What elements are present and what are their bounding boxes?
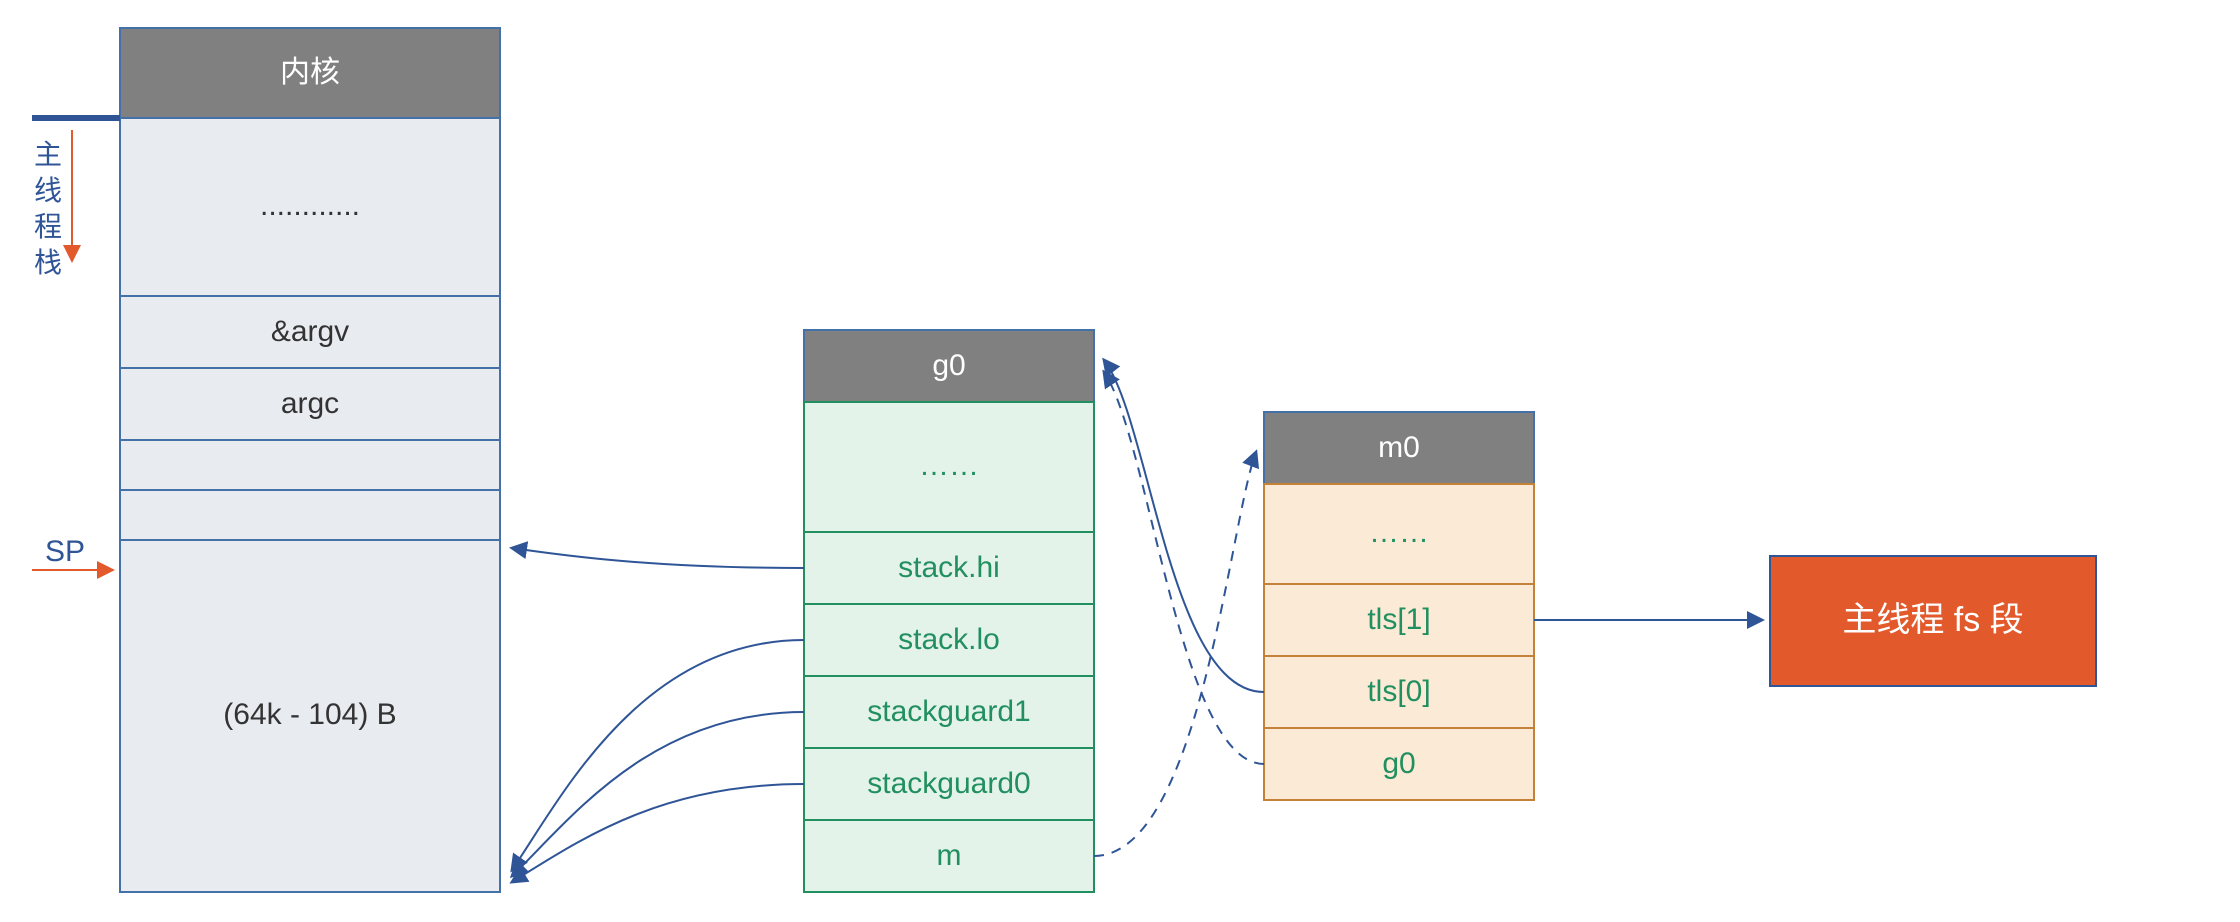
svg-text:栈: 栈 xyxy=(34,247,62,278)
m0-g0: g0 xyxy=(1382,747,1415,780)
g0-ellipsis: …… xyxy=(919,449,979,482)
svg-text:线: 线 xyxy=(34,175,62,206)
diagram-root: 内核 ............ &argv argc (64k - 104) B… xyxy=(0,0,2240,922)
arrow-stackhi xyxy=(512,548,804,568)
m0-ellipsis: …… xyxy=(1369,516,1429,549)
g0-m: m xyxy=(937,839,962,872)
stack-header: 内核 xyxy=(280,56,340,89)
svg-text:主: 主 xyxy=(34,139,62,170)
g0-header: g0 xyxy=(932,349,965,382)
arrow-guard0 xyxy=(512,784,804,882)
stack-column: 内核 ............ &argv argc (64k - 104) B xyxy=(120,28,500,892)
g0-stackguard0: stackguard0 xyxy=(867,767,1030,800)
stack-body-label: (64k - 104) B xyxy=(223,698,396,731)
fs-label: 主线程 fs 段 xyxy=(1842,601,2023,639)
stack-argv: &argv xyxy=(271,315,349,348)
arrow-g0-m-to-m0 xyxy=(1094,452,1256,856)
stack-ellipsis: ............ xyxy=(260,189,360,222)
fs-segment: 主线程 fs 段 xyxy=(1770,556,2096,686)
stack-argc: argc xyxy=(281,387,339,420)
g0-stackguard1: stackguard1 xyxy=(867,695,1030,728)
m0-tls0: tls[0] xyxy=(1367,675,1430,708)
arrow-guard1 xyxy=(512,712,804,876)
m0-tls1: tls[1] xyxy=(1367,603,1430,636)
g0-stack-hi: stack.hi xyxy=(898,551,1000,584)
sp-pointer: SP xyxy=(32,535,112,570)
m0-header: m0 xyxy=(1378,431,1420,464)
svg-text:程: 程 xyxy=(34,211,62,242)
side-label: 主 线 程 栈 xyxy=(32,118,120,278)
svg-text:SP: SP xyxy=(45,535,85,568)
m0-column: m0 …… tls[1] tls[0] g0 xyxy=(1264,412,1534,800)
g0-column: g0 …… stack.hi stack.lo stackguard1 stac… xyxy=(804,330,1094,892)
arrow-m0-g0-to-g0 xyxy=(1104,372,1264,764)
arrow-stacklo xyxy=(512,640,804,870)
g0-stack-lo: stack.lo xyxy=(898,623,1000,656)
